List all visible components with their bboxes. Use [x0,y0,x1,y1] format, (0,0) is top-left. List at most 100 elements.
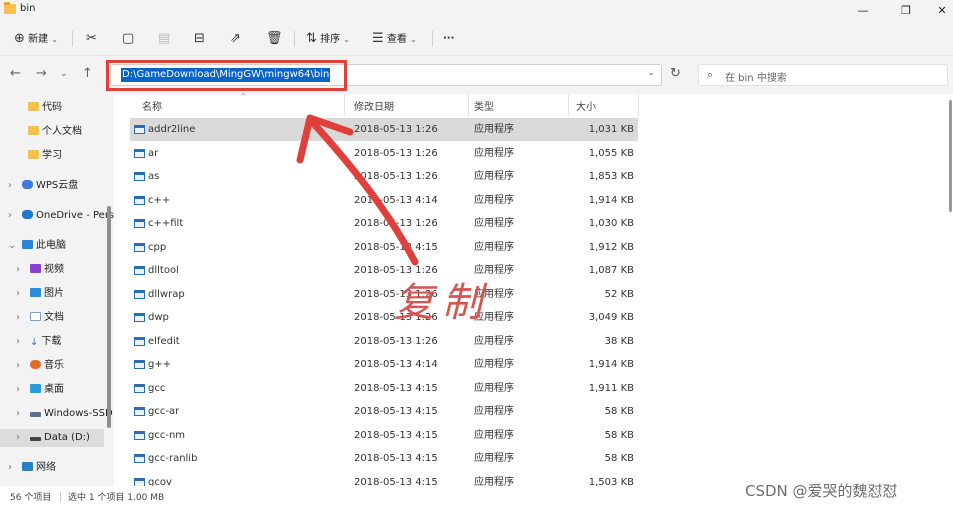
file-list-scrollbar[interactable] [949,100,952,212]
sidebar-item-wps-cloud[interactable]: › WPS云盘 [0,177,104,195]
back-arrow-icon[interactable]: ← [10,66,21,81]
chevron-right-icon[interactable]: › [16,261,20,279]
file-name: gcc-ar [148,406,180,417]
chevron-down-icon[interactable]: ⌄ [8,237,16,255]
file-name: cpp [148,241,167,253]
table-row[interactable]: g++ 2018-05-13 4:14 应用程序 1,914 KB [130,353,638,376]
sidebar-item-study[interactable]: 学习 [28,147,62,165]
sidebar-item-code[interactable]: 代码 [28,99,62,117]
sidebar-item-personal-docs[interactable]: 个人文档 [28,123,82,141]
up-arrow-icon[interactable]: ↑ [82,66,93,81]
chevron-right-icon[interactable]: › [16,357,20,375]
file-size: 1,911 KB [588,382,634,394]
refresh-icon[interactable]: ↻ [670,66,681,81]
chevron-right-icon[interactable]: › [8,177,12,195]
copy-button[interactable]: ▢ [122,29,134,49]
network-icon [22,462,33,471]
chevron-right-icon[interactable]: › [16,309,20,327]
close-button[interactable]: ✕ [924,0,953,22]
file-type: 应用程序 [474,171,514,182]
file-type: 应用程序 [474,406,514,417]
view-button[interactable]: ☰ 查看 ⌄ [372,29,417,49]
search-box[interactable]: ⌕ 在 bin 中搜索 [698,64,948,86]
column-divider[interactable] [344,94,345,116]
column-header-name[interactable]: 名称 [142,98,162,113]
column-divider[interactable] [468,94,469,116]
chevron-right-icon[interactable]: › [8,207,12,225]
file-name: dlltool [148,265,179,276]
sidebar-item-desktop[interactable]: › 桌面 [0,381,104,399]
table-row[interactable]: c++filt 2018-05-13 1:26 应用程序 1,030 KB [130,212,638,235]
file-date: 2018-05-13 4:14 [354,359,438,370]
more-options-button[interactable]: ··· [443,29,454,49]
table-row[interactable]: ar 2018-05-13 1:26 应用程序 1,055 KB [130,142,638,165]
column-headers: ^ 名称 修改日期 类型 大小 [130,92,950,116]
table-row[interactable]: addr2line 2018-05-13 1:26 应用程序 1,031 KB [130,118,638,141]
sidebar-item-pictures[interactable]: › 图片 [0,285,104,303]
chevron-right-icon[interactable]: › [8,459,12,477]
sidebar-item-downloads[interactable]: › ↓ 下载 [0,333,104,351]
minimize-button[interactable]: — [845,0,881,22]
cut-button[interactable]: ✂ [86,29,97,49]
documents-icon [30,312,41,321]
application-icon [134,125,145,134]
new-button[interactable]: ⊕ 新建 ⌄ [14,29,58,49]
sidebar-item-documents[interactable]: › 文档 [0,309,104,327]
application-icon [134,172,145,181]
application-icon [134,430,145,440]
application-icon [134,242,145,252]
table-row[interactable]: elfedit 2018-05-13 1:26 应用程序 38 KB [130,330,638,353]
chevron-right-icon[interactable]: › [16,381,20,399]
chevron-down-icon[interactable]: ⌄ [647,68,655,78]
table-row[interactable]: as 2018-05-13 1:26 应用程序 1,853 KB [130,165,638,188]
column-divider[interactable] [638,94,639,116]
chevron-right-icon[interactable]: › [16,429,20,447]
paste-icon: ▤ [158,31,171,46]
divider [432,31,433,47]
delete-button[interactable]: 🗑 [266,29,283,49]
recent-locations-chevron-icon[interactable]: ⌄ [60,69,68,79]
table-row[interactable]: c++ 2018-05-13 4:14 应用程序 1,914 KB [130,189,638,212]
sidebar-item-network[interactable]: › 网络 [0,459,104,477]
table-row[interactable]: dlltool 2018-05-13 1:26 应用程序 1,087 KB [130,259,638,282]
chevron-right-icon[interactable]: › [16,333,20,351]
file-name: as [148,171,160,182]
column-header-size[interactable]: 大小 [576,98,596,113]
sort-button[interactable]: ⇅ 排序 ⌄ [306,29,350,49]
sidebar-item-videos[interactable]: › 视频 [0,261,104,279]
table-row[interactable]: gcc-ranlib 2018-05-13 4:15 应用程序 58 KB [130,447,638,470]
rename-icon: ⊟ [194,31,205,46]
sidebar-item-data-d[interactable]: › Data (D:) [0,429,104,447]
application-icon [134,454,145,463]
chevron-right-icon[interactable]: › [16,405,20,423]
music-icon [30,360,41,369]
column-header-type[interactable]: 类型 [474,98,494,113]
table-row[interactable]: gcc 2018-05-13 4:15 应用程序 1,911 KB [130,377,638,400]
sidebar-item-this-pc[interactable]: ⌄ 此电脑 [0,237,104,255]
column-header-date[interactable]: 修改日期 [354,98,394,113]
rename-button[interactable]: ⊟ [194,29,205,49]
table-row[interactable]: dwp 2018-05-13 1:26 应用程序 3,049 KB [130,306,638,329]
sidebar-scrollbar[interactable] [107,206,111,428]
table-row[interactable]: dllwrap 2018-05-13 1:26 应用程序 52 KB [130,283,638,306]
sidebar-item-music[interactable]: › 音乐 [0,357,104,375]
forward-arrow-icon[interactable]: → [36,66,47,81]
table-row[interactable]: gcc-ar 2018-05-13 4:15 应用程序 58 KB [130,400,638,423]
column-divider[interactable] [568,94,569,116]
file-size: 1,503 KB [588,476,634,487]
paste-button[interactable]: ▤ [158,29,170,49]
chevron-right-icon[interactable]: › [16,285,20,303]
sidebar-item-onedrive[interactable]: › OneDrive - Pers [0,207,114,225]
file-type: 应用程序 [474,359,514,370]
table-row[interactable]: cpp 2018-05-13 4:15 应用程序 1,912 KB [130,236,638,259]
annotation-text: 复制 [394,280,490,326]
share-button[interactable]: ⇗ [230,29,241,49]
file-type: 应用程序 [474,218,514,229]
file-name: gcc-nm [148,429,186,441]
file-type: 应用程序 [474,194,514,206]
application-icon [134,336,145,346]
table-row[interactable]: gcov 2018-05-13 4:15 应用程序 1,503 KB [130,471,638,487]
sidebar-item-windows-ssd[interactable]: › Windows-SSD [0,405,113,423]
maximize-button[interactable]: ❐ [888,0,924,22]
table-row[interactable]: gcc-nm 2018-05-13 4:15 应用程序 58 KB [130,424,638,447]
